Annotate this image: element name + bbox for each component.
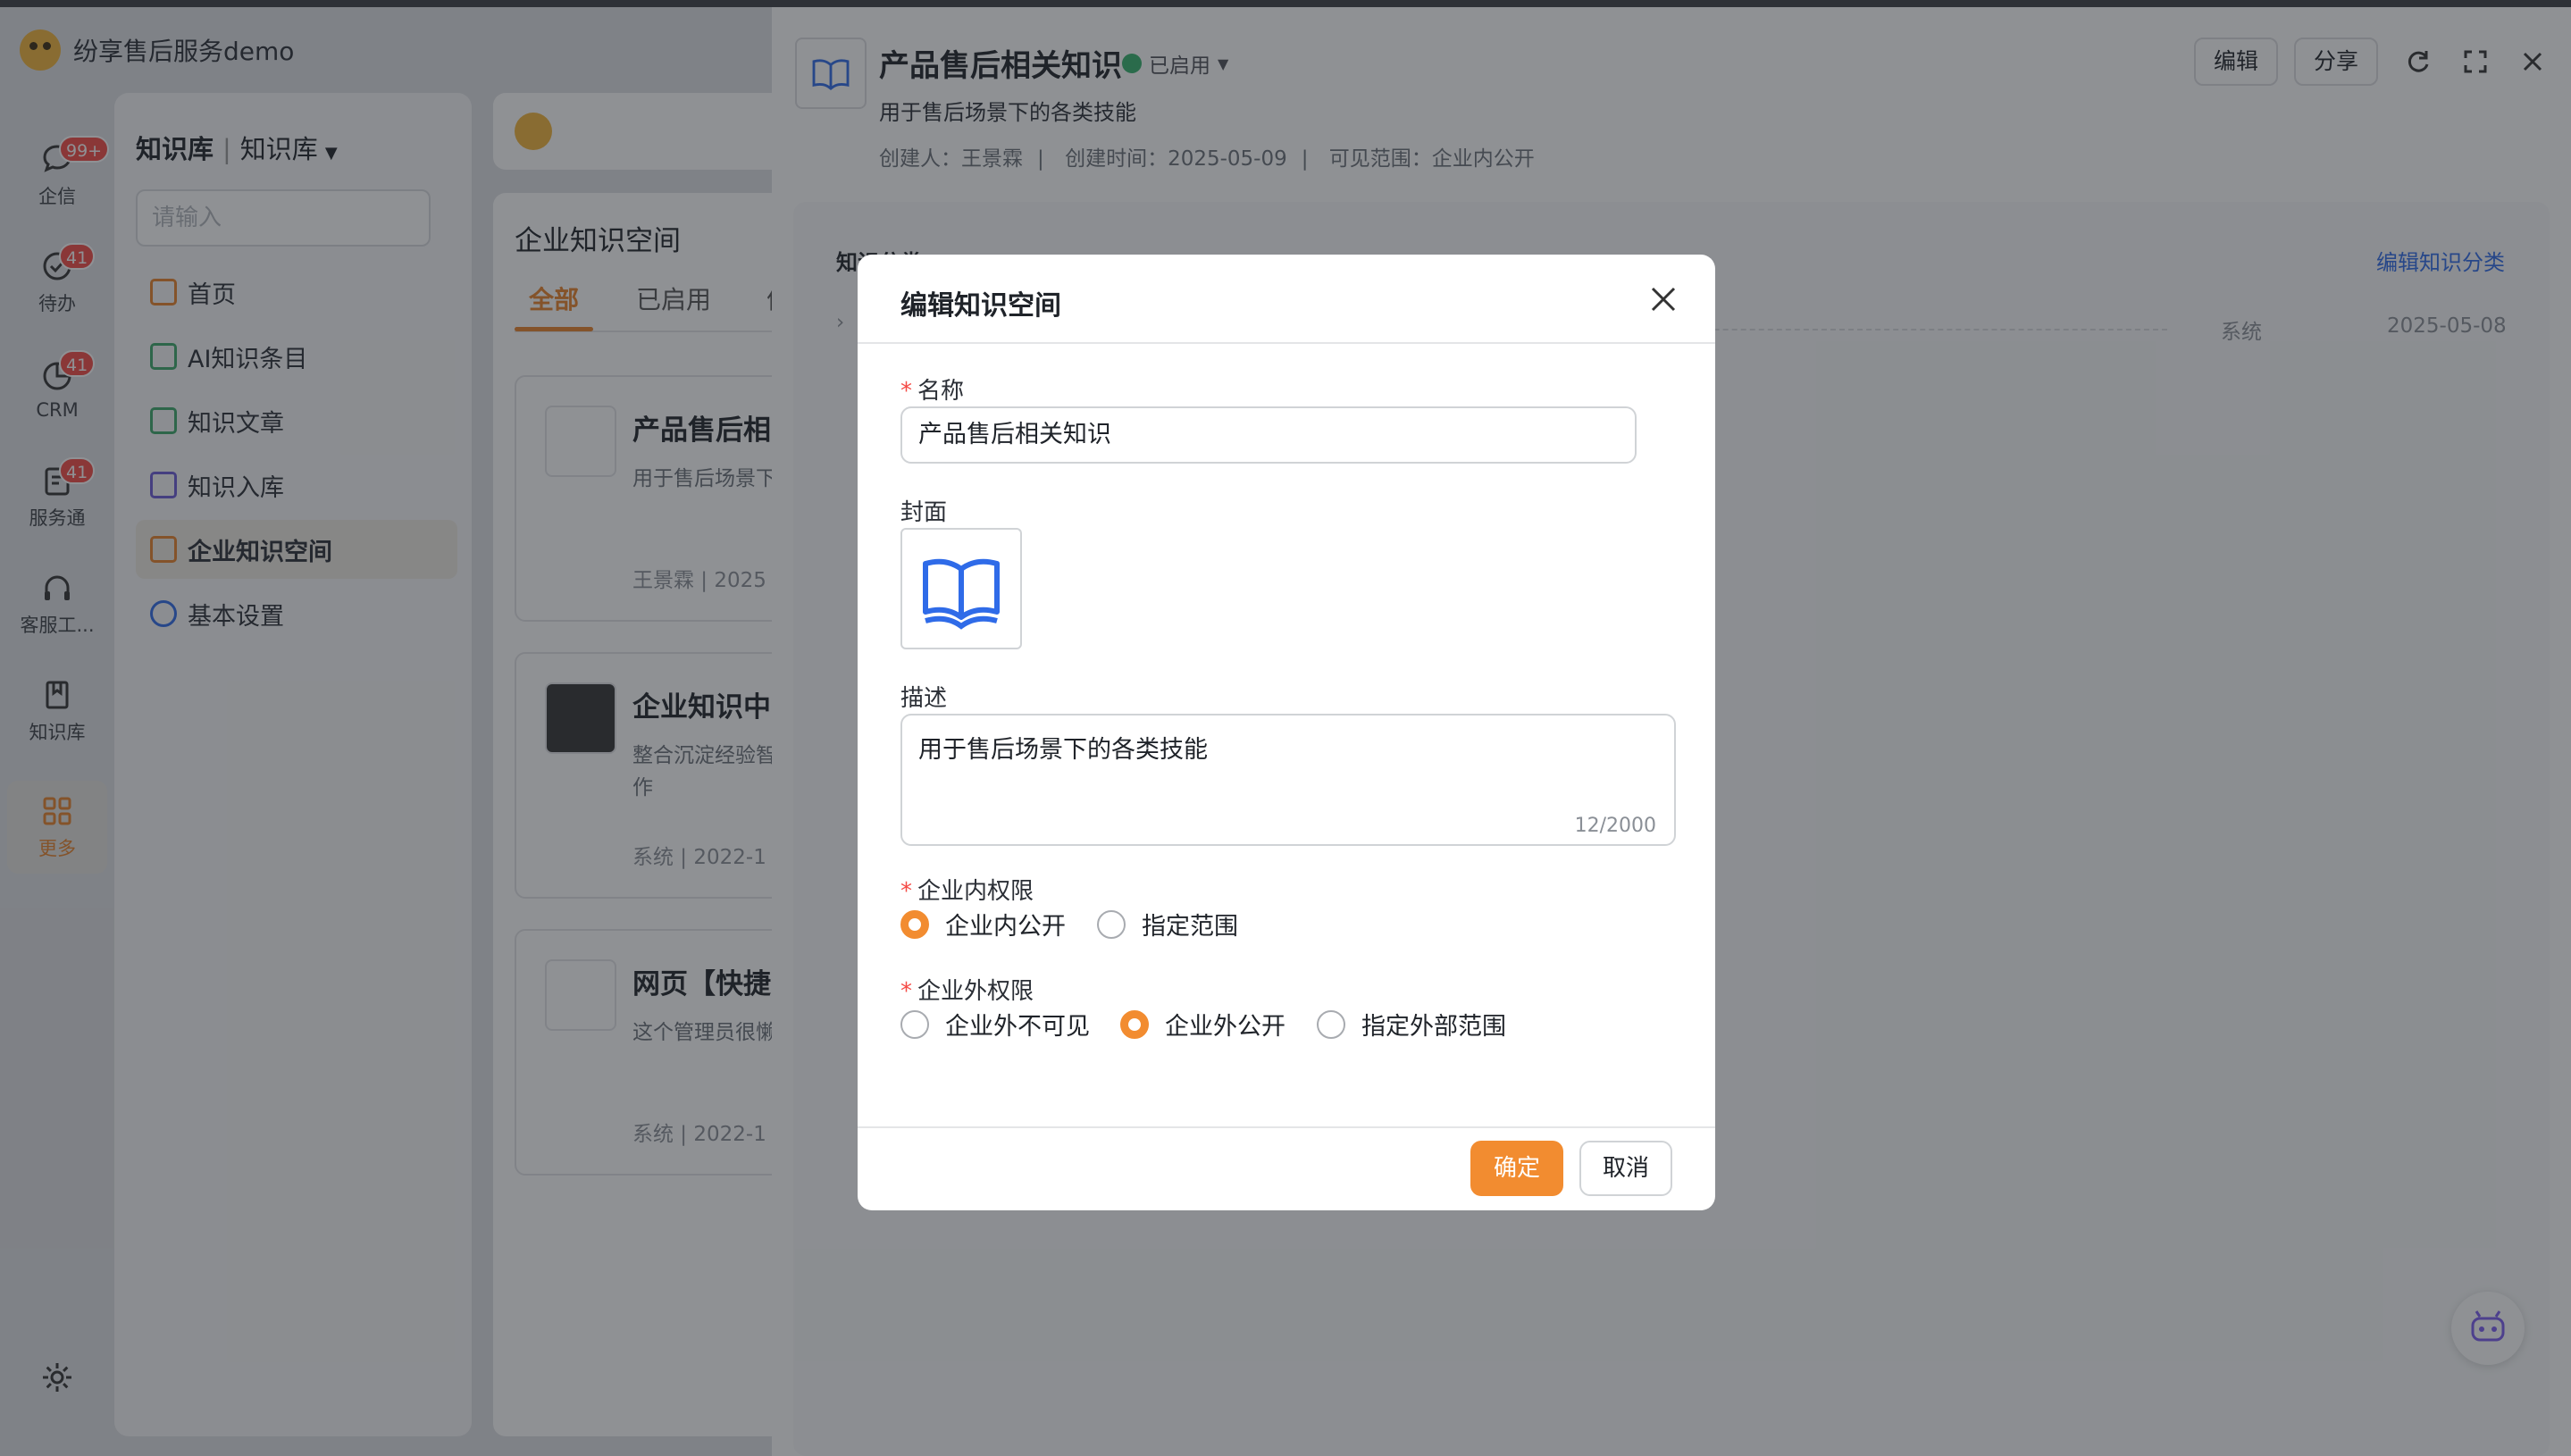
open-book-icon xyxy=(923,558,1000,630)
cancel-button[interactable]: 取消 xyxy=(1579,1141,1672,1196)
radio-circle xyxy=(900,909,929,939)
name-input[interactable]: 产品售后相关知识 xyxy=(900,406,1637,464)
radio-circle xyxy=(900,1009,929,1039)
dialog-header: 编辑知识空间 xyxy=(858,255,1715,344)
name-label: * 名称 xyxy=(900,378,965,405)
desc-value: 用于售后场景下的各类技能 xyxy=(918,736,1208,764)
cover-picker[interactable] xyxy=(900,528,1022,649)
radio-internal-public[interactable]: 企业内公开 xyxy=(900,907,1066,941)
edit-space-dialog: 编辑知识空间 * 名称 产品售后相关知识 封面 描述 用于售后场景下的各类技能 1… xyxy=(858,255,1715,1210)
cover-label: 封面 xyxy=(900,499,948,526)
dialog-title: 编辑知识空间 xyxy=(900,290,1061,322)
radio-external-invisible[interactable]: 企业外不可见 xyxy=(900,1007,1090,1042)
external-permission-label: * 企业外权限 xyxy=(900,978,1034,1005)
dialog-footer-divider xyxy=(858,1126,1715,1128)
radio-circle xyxy=(1120,1009,1149,1039)
radio-external-public[interactable]: 企业外公开 xyxy=(1120,1007,1286,1042)
desc-label: 描述 xyxy=(900,685,948,712)
close-icon[interactable] xyxy=(1644,280,1683,319)
radio-circle xyxy=(1317,1009,1345,1039)
radio-internal-specified[interactable]: 指定范围 xyxy=(1097,907,1238,941)
radio-external-specified[interactable]: 指定外部范围 xyxy=(1317,1007,1506,1042)
radio-circle xyxy=(1097,909,1126,939)
char-count: 12/2000 xyxy=(1574,815,1656,837)
desc-textarea[interactable]: 用于售后场景下的各类技能 12/2000 xyxy=(900,714,1676,846)
internal-permission-label: * 企业内权限 xyxy=(900,878,1034,905)
confirm-button[interactable]: 确定 xyxy=(1470,1141,1563,1196)
